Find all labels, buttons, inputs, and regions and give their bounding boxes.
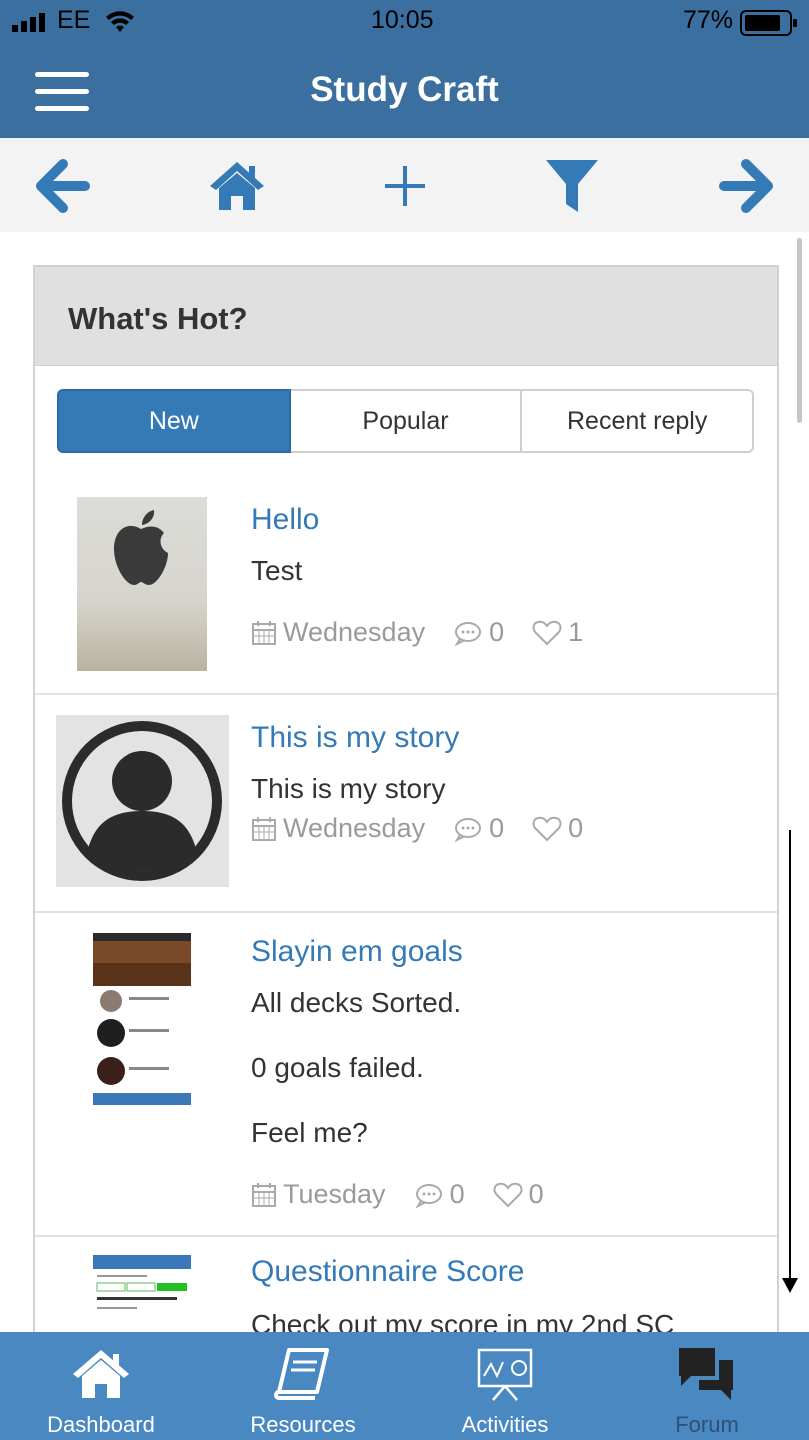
scroll-down-arrow-line <box>789 830 791 1282</box>
tab-group: New Popular Recent reply <box>57 389 755 453</box>
scrollbar-thumb[interactable] <box>797 238 802 423</box>
nav-forum[interactable]: Forum <box>606 1332 808 1440</box>
nav-dashboard[interactable]: Dashboard <box>0 1332 202 1440</box>
like-count: 0 <box>528 1179 544 1209</box>
tab-popular[interactable]: Popular <box>290 389 523 453</box>
tab-recent-reply[interactable]: Recent reply <box>522 389 755 453</box>
post-item[interactable]: Hello Test Wednesday 0 1 <box>35 475 777 695</box>
heart-icon[interactable] <box>532 816 562 842</box>
app-header: Study Craft <box>0 44 809 138</box>
calendar-icon <box>252 620 276 645</box>
screenshot-image <box>93 1255 191 1309</box>
nav-label: Forum <box>675 1412 739 1437</box>
post-thumbnail <box>77 497 207 671</box>
nav-label: Resources <box>250 1412 356 1437</box>
calendar-icon <box>252 816 276 841</box>
post-item[interactable]: Questionnaire Score Check out my score i… <box>35 1235 777 1332</box>
chat-bubbles-icon <box>679 1348 733 1400</box>
panel-header: What's Hot? <box>35 267 777 366</box>
post-item[interactable]: Slayin em goals All decks Sorted. 0 goal… <box>35 911 777 1237</box>
nav-label: Activities <box>461 1412 549 1437</box>
post-body: Test <box>251 555 303 586</box>
wifi-icon <box>106 11 134 32</box>
post-item[interactable]: This is my story This is my story Wednes… <box>35 693 777 913</box>
whats-hot-panel: What's Hot? New Popular Recent reply Hel… <box>33 265 779 1332</box>
content-area[interactable]: What's Hot? New Popular Recent reply Hel… <box>0 232 809 1332</box>
post-day: Wednesday <box>283 813 426 843</box>
post-thumbnail <box>56 715 229 887</box>
nav-resources[interactable]: Resources <box>202 1332 404 1440</box>
post-title[interactable]: Slayin em goals <box>251 935 463 969</box>
app-title: Study Craft <box>310 70 499 109</box>
comment-count: 0 <box>489 617 505 647</box>
post-body: Check out my score in my 2nd SC <box>251 1309 675 1332</box>
scroll-down-arrow-head <box>782 1278 798 1293</box>
apple-logo-image <box>114 510 168 585</box>
post-body-line: 0 goals failed. <box>251 1052 424 1083</box>
signal-icon <box>12 13 45 32</box>
comment-icon <box>454 817 482 842</box>
home-icon <box>73 1350 129 1398</box>
nav-label: Dashboard <box>47 1412 155 1437</box>
status-bar: EE 10:05 77% <box>0 0 809 44</box>
post-title[interactable]: This is my story <box>251 721 459 755</box>
post-meta: Wednesday 0 1 <box>251 617 611 648</box>
post-thumbnail <box>93 1255 191 1332</box>
book-icon <box>274 1348 329 1400</box>
post-day: Tuesday <box>283 1179 386 1209</box>
battery-icon <box>740 10 797 36</box>
post-meta: Tuesday 0 0 <box>251 1179 572 1210</box>
back-arrow-icon[interactable] <box>33 156 93 216</box>
like-count: 1 <box>568 617 584 647</box>
post-thumbnail <box>93 933 191 1105</box>
post-title[interactable]: Hello <box>251 503 319 537</box>
post-title[interactable]: Questionnaire Score <box>251 1255 525 1289</box>
comment-count: 0 <box>489 813 505 843</box>
tab-new[interactable]: New <box>57 389 291 453</box>
bottom-navigation: Dashboard Resources Activities Forum <box>0 1332 809 1440</box>
clock: 10:05 <box>371 6 434 34</box>
battery-percent: 77% <box>683 6 734 34</box>
comment-icon <box>415 1183 442 1208</box>
post-body: This is my story <box>251 773 446 804</box>
heart-icon[interactable] <box>493 1182 523 1208</box>
comment-count: 0 <box>449 1179 465 1209</box>
default-avatar-icon <box>62 721 222 881</box>
presentation-board-icon <box>477 1348 533 1401</box>
post-meta: Wednesday 0 0 <box>251 813 611 844</box>
panel-title: What's Hot? <box>68 301 248 336</box>
action-toolbar <box>0 138 809 232</box>
filter-icon[interactable] <box>542 156 602 216</box>
like-count: 0 <box>568 813 584 843</box>
screenshot-image <box>93 933 191 1105</box>
comment-icon <box>454 621 482 646</box>
heart-icon[interactable] <box>532 620 562 646</box>
nav-activities[interactable]: Activities <box>404 1332 606 1440</box>
post-day: Wednesday <box>283 617 426 647</box>
post-body-line: Feel me? <box>251 1117 368 1148</box>
forward-arrow-icon[interactable] <box>716 156 776 216</box>
plus-icon[interactable] <box>375 156 435 216</box>
home-icon[interactable] <box>207 156 267 216</box>
carrier-label: EE <box>57 6 91 34</box>
calendar-icon <box>252 1182 276 1207</box>
post-body-line: All decks Sorted. <box>251 987 462 1018</box>
